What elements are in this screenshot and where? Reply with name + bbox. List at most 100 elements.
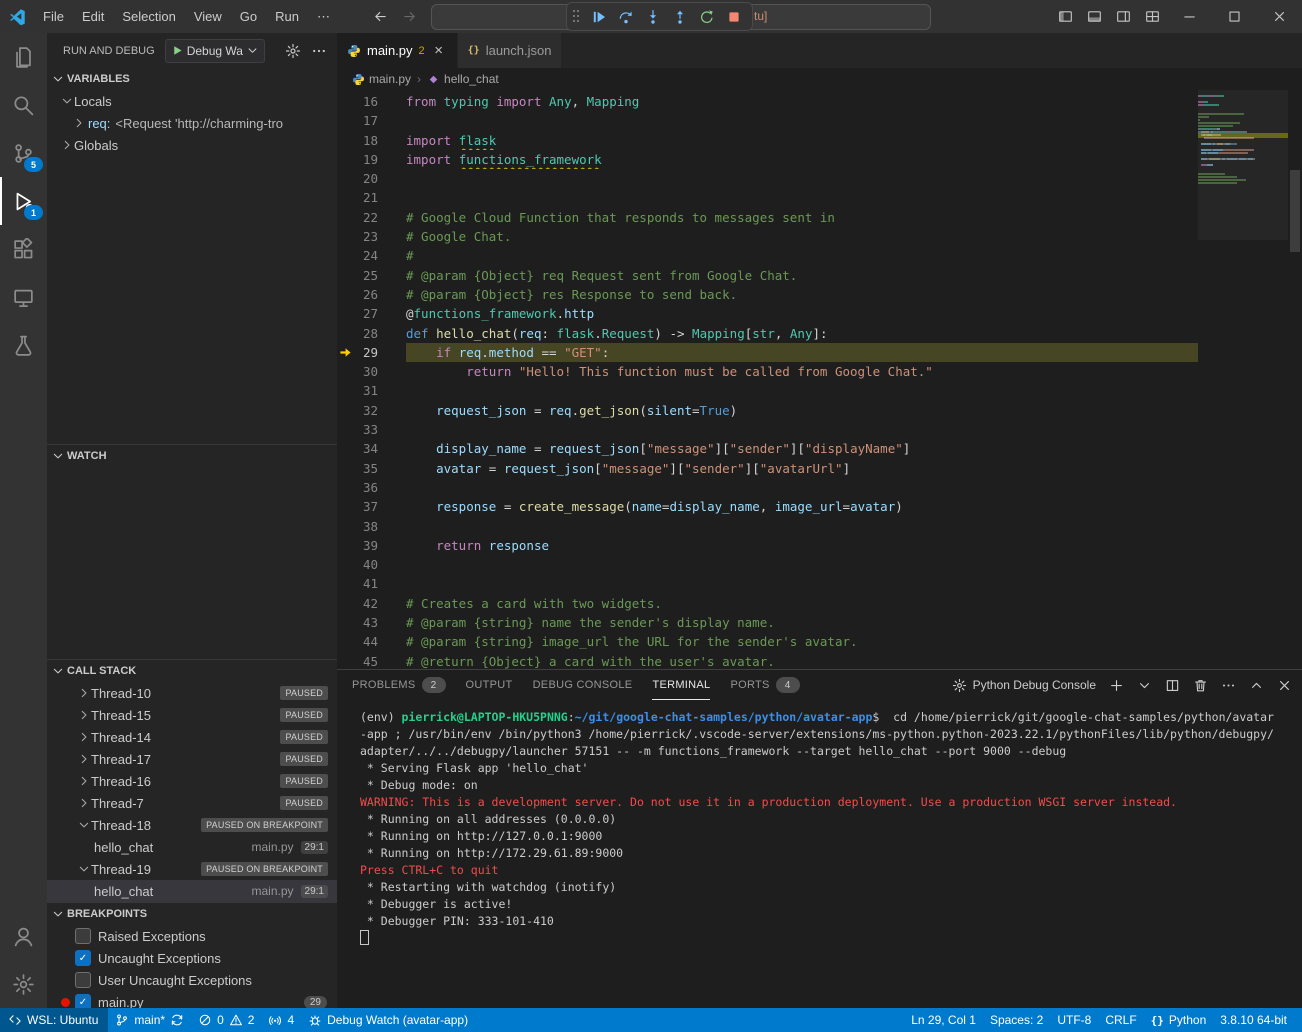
gutter-line-25[interactable]: 25 (337, 266, 406, 285)
gutter-line-16[interactable]: 16 (337, 92, 406, 111)
code-text[interactable]: if req.method == "GET": (406, 343, 1198, 362)
chevron-down[interactable] (77, 862, 91, 876)
menu-view[interactable]: View (185, 0, 231, 33)
customize-layout-icon[interactable] (1138, 0, 1167, 33)
forward-icon[interactable] (402, 9, 417, 24)
gutter-line-43[interactable]: 43 (337, 613, 406, 632)
callstack-thread[interactable]: Thread-19PAUSED ON BREAKPOINT (47, 858, 337, 880)
line-number[interactable]: 24 (337, 246, 378, 265)
code-text[interactable] (406, 478, 1198, 497)
restart-button[interactable] (694, 5, 719, 28)
code-text[interactable] (406, 169, 1198, 188)
gutter-line-33[interactable]: 33 (337, 420, 406, 439)
gutter-line-23[interactable]: 23 (337, 227, 406, 246)
gutter-line-26[interactable]: 26 (337, 285, 406, 304)
minimize-button[interactable] (1167, 0, 1212, 33)
callstack-frame[interactable]: hello_chatmain.py29:1 (47, 880, 337, 902)
git-branch[interactable]: main* (108, 1008, 191, 1032)
chevron-right[interactable] (77, 796, 91, 810)
chevron-right[interactable] (77, 708, 91, 722)
code-line-39[interactable]: 39 return response (337, 536, 1198, 555)
code-line-22[interactable]: 22# Google Cloud Function that responds … (337, 208, 1198, 227)
gutter-line-44[interactable]: 44 (337, 632, 406, 651)
line-number[interactable]: 39 (337, 536, 378, 555)
gutter-line-32[interactable]: 32 (337, 401, 406, 420)
line-number[interactable]: 44 (337, 632, 378, 651)
line-number[interactable]: 37 (337, 497, 378, 516)
line-number[interactable]: 43 (337, 613, 378, 632)
chevron-right[interactable] (60, 138, 74, 152)
indentation-indicator[interactable]: Spaces: 2 (983, 1008, 1050, 1032)
toggle-panel-icon[interactable] (1080, 0, 1109, 33)
variables-section-header[interactable]: VARIABLES (47, 68, 337, 90)
line-number[interactable]: 16 (337, 92, 378, 111)
code-line-43[interactable]: 43 # @param {string} name the sender's di… (337, 613, 1198, 632)
toggle-sidebar-icon[interactable] (1051, 0, 1080, 33)
panel-tab-problems[interactable]: PROBLEMS2 (352, 670, 446, 700)
terminal-picker[interactable]: Python Debug Console (952, 678, 1096, 693)
step-over-button[interactable] (613, 5, 638, 28)
variable-row[interactable]: req:<Request 'http://charming-tro (47, 112, 337, 134)
code-line-44[interactable]: 44# @param {string} image_url the URL fo… (337, 632, 1198, 651)
line-number[interactable]: 21 (337, 188, 378, 207)
chevron-right[interactable] (77, 752, 91, 766)
gutter-line-29[interactable]: 29 (337, 343, 406, 362)
code-line-18[interactable]: 18import flask (337, 131, 1198, 150)
gutter-line-36[interactable]: 36 (337, 478, 406, 497)
line-number[interactable]: 26 (337, 285, 378, 304)
gutter-line-18[interactable]: 18 (337, 131, 406, 150)
code-text[interactable]: # @param {Object} res Response to send b… (406, 285, 1198, 304)
line-number[interactable]: 19 (337, 150, 378, 169)
code-text[interactable] (406, 111, 1198, 130)
breakpoints-section-header[interactable]: BREAKPOINTS (47, 903, 337, 925)
code-line-25[interactable]: 25# @param {Object} req Request sent fro… (337, 266, 1198, 285)
code-line-35[interactable]: 35 avatar = request_json["message"]["sen… (337, 459, 1198, 478)
gutter-line-20[interactable]: 20 (337, 169, 406, 188)
code-text[interactable]: # @param {string} name the sender's disp… (406, 613, 1198, 632)
code-line-26[interactable]: 26 # @param {Object} res Response to send… (337, 285, 1198, 304)
menu-go[interactable]: Go (231, 0, 266, 33)
code-line-24[interactable]: 24# (337, 246, 1198, 265)
line-number[interactable]: 17 (337, 111, 378, 130)
encoding-indicator[interactable]: UTF-8 (1050, 1008, 1098, 1032)
breadcrumb-item[interactable]: hello_chat (427, 72, 499, 86)
kill-terminal-icon[interactable] (1193, 678, 1208, 693)
code-text[interactable]: response = create_message(name=display_n… (406, 497, 1198, 516)
gutter-line-21[interactable]: 21 (337, 188, 406, 207)
remote-indicator[interactable]: WSL: Ubuntu (0, 1008, 108, 1032)
callstack-frame[interactable]: hello_chatmain.py29:1 (47, 836, 337, 858)
code-view[interactable]: 16from typing import Any, Mapping1718imp… (337, 90, 1198, 669)
gutter-line-28[interactable]: 28 (337, 324, 406, 343)
code-text[interactable]: # Creates a card with two widgets. (406, 594, 1198, 613)
activity-item-remote-explorer[interactable] (0, 273, 47, 321)
language-mode[interactable]: {} Python (1144, 1008, 1214, 1032)
cursor-position[interactable]: Ln 29, Col 1 (904, 1008, 983, 1032)
toggle-secondary-sidebar-icon[interactable] (1109, 0, 1138, 33)
line-number[interactable]: 35 (337, 459, 378, 478)
code-text[interactable]: # Google Chat. (406, 227, 1198, 246)
chevron-right[interactable] (77, 730, 91, 744)
step-into-button[interactable] (640, 5, 665, 28)
code-text[interactable]: display_name = request_json["message"]["… (406, 439, 1198, 458)
breakpoint-row[interactable]: User Uncaught Exceptions (47, 969, 337, 991)
code-text[interactable] (406, 188, 1198, 207)
breakpoint-checkbox[interactable]: ✓ (75, 994, 91, 1008)
ports-indicator[interactable]: 4 (261, 1008, 301, 1032)
watch-section-header[interactable]: WATCH (47, 445, 337, 467)
gutter-line-27[interactable]: 27 (337, 304, 406, 323)
code-text[interactable] (406, 517, 1198, 536)
code-text[interactable]: return "Hello! This function must be cal… (406, 362, 1198, 381)
gutter-line-38[interactable]: 38 (337, 517, 406, 536)
code-line-37[interactable]: 37 response = create_message(name=displa… (337, 497, 1198, 516)
close-window-button[interactable] (1257, 0, 1302, 33)
close-panel-icon[interactable] (1277, 678, 1292, 693)
activity-item-testing[interactable] (0, 321, 47, 369)
gutter-line-45[interactable]: 45 (337, 652, 406, 669)
back-icon[interactable] (373, 9, 388, 24)
problems-indicator[interactable]: 0 2 (191, 1008, 261, 1032)
chevron-right[interactable] (77, 686, 91, 700)
activity-item-extensions[interactable] (0, 225, 47, 273)
callstack-thread[interactable]: Thread-7PAUSED (47, 792, 337, 814)
activity-item-run-and-debug[interactable]: 1 (0, 177, 47, 225)
breakpoint-checkbox[interactable] (75, 928, 91, 944)
